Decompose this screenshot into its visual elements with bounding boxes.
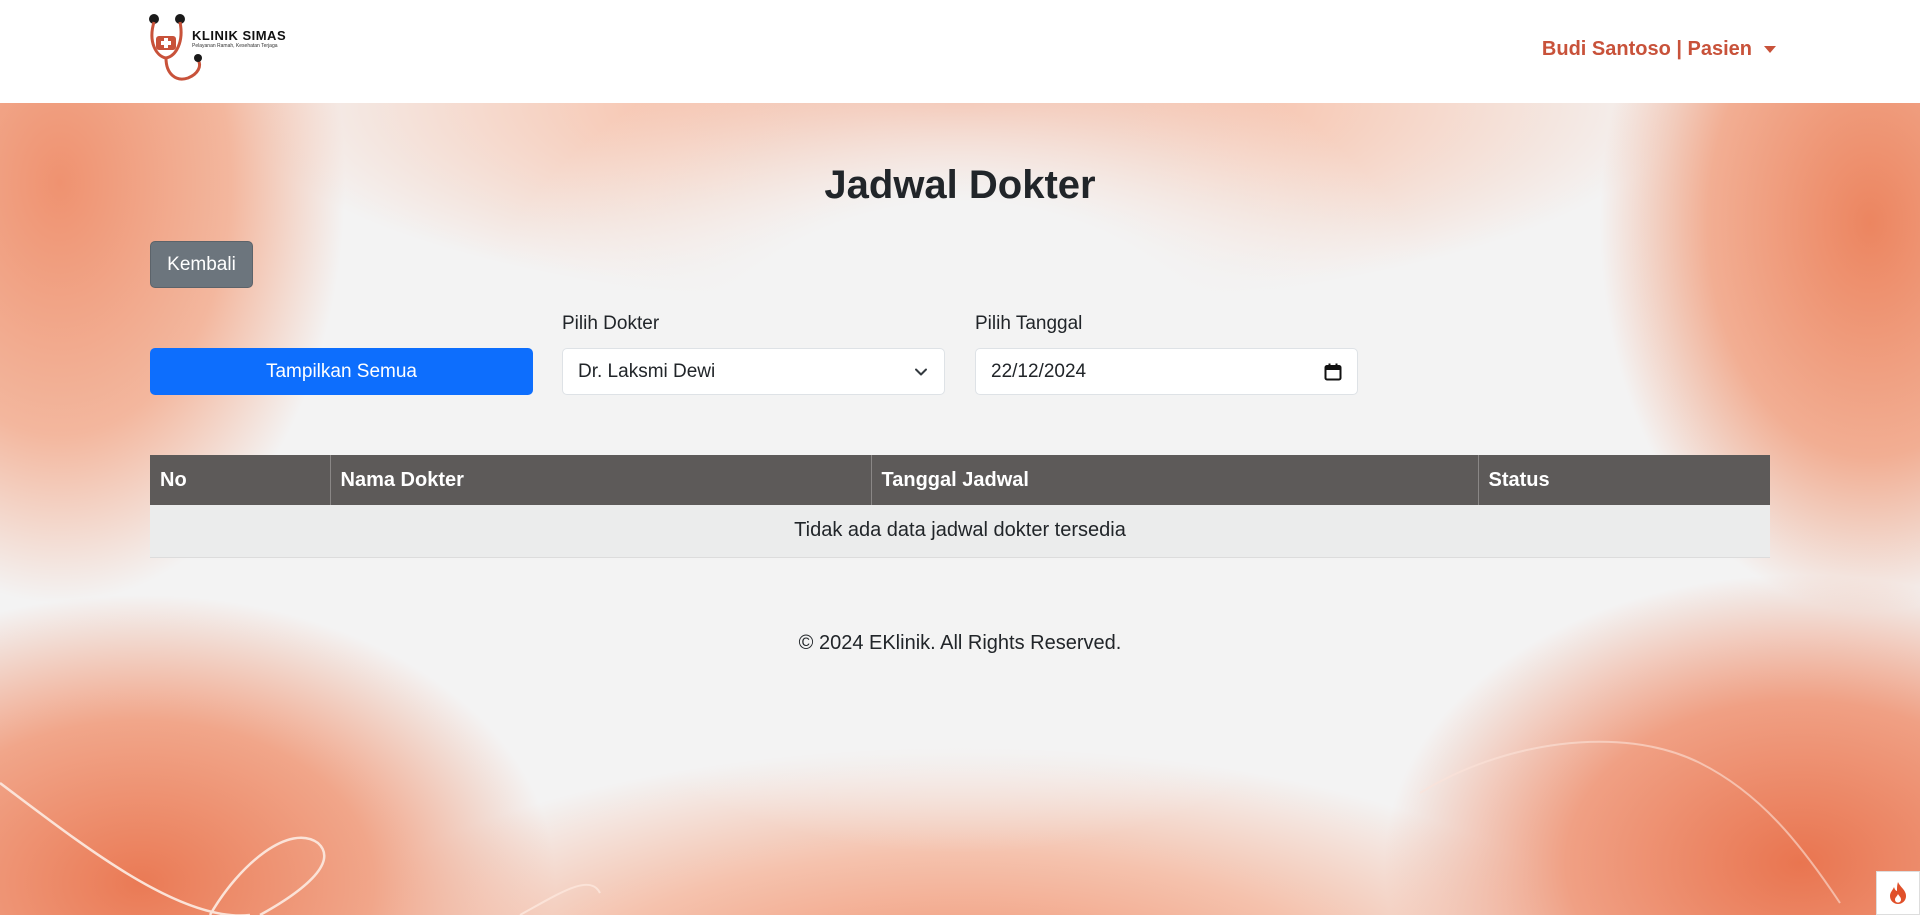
brand-tagline: Pelayanan Ramah, Kesehatan Terjaga xyxy=(192,43,278,49)
user-dropdown-toggle[interactable]: Budi Santoso | Pasien xyxy=(1542,38,1776,61)
floating-widget-button[interactable] xyxy=(1876,871,1920,915)
flame-icon xyxy=(1890,882,1906,904)
show-all-button[interactable]: Tampilkan Semua xyxy=(150,348,533,395)
doctor-select-value: Dr. Laksmi Dewi xyxy=(578,360,716,382)
top-navbar: KLINIK SIMAS Pelayanan Ramah, Kesehatan … xyxy=(0,0,1920,103)
empty-table-message: Tidak ada data jadwal dokter tersedia xyxy=(150,505,1770,558)
back-button[interactable]: Kembali xyxy=(150,241,253,288)
footer-copyright: © 2024 EKlinik. All Rights Reserved. xyxy=(798,632,1122,654)
user-name-label: Budi Santoso | Pasien xyxy=(1541,38,1752,60)
column-header-status: Status xyxy=(1478,455,1770,505)
page-title: Jadwal Dokter xyxy=(824,163,1096,207)
caret-down-icon xyxy=(1764,46,1776,53)
main-content: Jadwal Dokter Kembali Tampilkan Semua Pi… xyxy=(0,103,1920,915)
column-header-schedule-date: Tanggal Jadwal xyxy=(871,455,1479,505)
schedule-table: No Nama Dokter Tanggal Jadwal Status Tid… xyxy=(150,455,1770,558)
column-header-doctor-name: Nama Dokter xyxy=(330,455,872,505)
doctor-select-label: Pilih Dokter xyxy=(562,313,660,334)
brand-name: KLINIK SIMAS xyxy=(192,28,287,43)
table-header-row: No Nama Dokter Tanggal Jadwal Status xyxy=(150,455,1770,505)
date-input[interactable]: 22/12/2024 xyxy=(975,348,1358,395)
chevron-down-icon xyxy=(915,368,927,375)
column-header-no: No xyxy=(150,455,331,505)
calendar-icon[interactable] xyxy=(1324,363,1342,381)
doctor-select[interactable]: Dr. Laksmi Dewi xyxy=(562,348,945,395)
date-input-value: 22/12/2024 xyxy=(991,360,1087,382)
table-row: Tidak ada data jadwal dokter tersedia xyxy=(150,505,1770,558)
date-input-label: Pilih Tanggal xyxy=(975,313,1083,334)
